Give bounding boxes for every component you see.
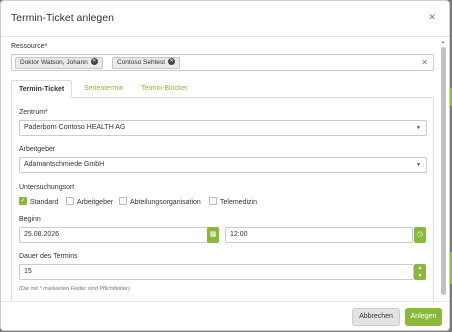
clear-icon[interactable]: ✕ xyxy=(421,58,428,67)
stepper-icon[interactable]: ▲ ▼ xyxy=(414,264,426,280)
remove-chip-icon[interactable]: ✕ xyxy=(168,57,176,65)
dauer-input[interactable]: 15 xyxy=(19,264,414,280)
arbeitgeber-select[interactable]: Adamantschmiede GmbH ▼ xyxy=(19,157,427,173)
beginn-date-input[interactable]: 25.08.2026 xyxy=(19,227,219,243)
checkbox-icon[interactable] xyxy=(66,197,74,206)
option-label: Arbeitgeber xyxy=(77,199,114,206)
tab-termin-ticket[interactable]: Termin-Ticket xyxy=(11,80,73,98)
calendar-icon[interactable]: ▦ xyxy=(207,227,219,243)
tab-termin-blocker[interactable]: Termin-Blocker xyxy=(141,80,188,98)
checkbox-icon[interactable] xyxy=(119,197,127,206)
checkbox-checked-icon[interactable]: ✓ xyxy=(19,197,27,206)
zentrum-select[interactable]: Paderborn Contoso HEALTH AG ▼ xyxy=(19,120,427,136)
tab-serientermin[interactable]: Serientermin xyxy=(84,80,124,98)
cancel-button[interactable]: Abbrechen xyxy=(352,308,400,326)
dialog-header: Termin-Ticket anlegen ✕ xyxy=(1,1,449,37)
resource-chip[interactable]: Contoso Sehtest ✕ xyxy=(112,57,181,69)
dialog-title: Termin-Ticket anlegen xyxy=(11,12,114,24)
zentrum-label: Zentrum* xyxy=(19,109,48,116)
untersuchungsort-label: Untersuchungsort xyxy=(19,184,75,191)
chip-label: Doktor Watson, Johann xyxy=(20,59,88,66)
dauer-label: Dauer des Termins xyxy=(19,253,78,260)
chevron-down-icon: ▼ xyxy=(416,162,421,168)
zentrum-value: Paderborn Contoso HEALTH AG xyxy=(24,124,126,131)
scrollbar-thumb[interactable] xyxy=(441,47,446,295)
ort-option-abteilungsorganisation[interactable]: Abteilungsorganisation xyxy=(119,197,201,207)
chip-label: Contoso Sehtest xyxy=(117,59,166,66)
option-label: Standard xyxy=(30,199,59,206)
option-label: Abteilungsorganisation xyxy=(130,199,201,206)
beginn-time-input[interactable]: 12:00 xyxy=(225,227,413,243)
apply-button[interactable]: Anlegen xyxy=(405,308,442,326)
checkbox-icon[interactable] xyxy=(209,197,217,206)
beginn-time-value: 12:00 xyxy=(230,231,248,238)
resource-chip[interactable]: Doktor Watson, Johann ✕ xyxy=(15,57,103,69)
remove-chip-icon[interactable]: ✕ xyxy=(90,57,98,65)
ort-option-arbeitgeber[interactable]: Arbeitgeber xyxy=(66,197,114,207)
chevron-down-icon: ▼ xyxy=(416,125,421,131)
ort-option-standard[interactable]: ✓ Standard xyxy=(19,197,59,207)
required-hint: (Die mit * markierten Felder sind Pflich… xyxy=(19,286,130,292)
resource-label: Ressource* xyxy=(11,43,48,50)
scrollbar[interactable]: ▲ xyxy=(441,39,446,301)
beginn-date-value: 25.08.2026 xyxy=(24,231,60,238)
tab-bar: Termin-Ticket Serientermin Termin-Blocke… xyxy=(11,80,434,98)
ort-option-telemedizin[interactable]: Telemedizin xyxy=(209,197,257,207)
scroll-up-icon[interactable]: ▲ xyxy=(441,39,445,44)
dauer-value: 15 xyxy=(24,268,32,275)
option-label: Telemedizin xyxy=(220,199,257,206)
dialog-footer: Abbrechen Anlegen xyxy=(1,301,449,330)
resource-select[interactable]: Doktor Watson, Johann ✕ Contoso Sehtest ✕ … xyxy=(11,54,434,71)
close-icon[interactable]: ✕ xyxy=(428,12,436,23)
arbeitgeber-value: Adamantschmiede GmbH xyxy=(24,161,105,168)
clock-icon[interactable]: ◷ xyxy=(414,227,426,243)
arbeitgeber-label: Arbeitgeber xyxy=(19,146,56,153)
ticket-dialog: Termin-Ticket anlegen ✕ Ressource* Dokto… xyxy=(0,0,450,331)
beginn-label: Beginn xyxy=(19,216,41,223)
